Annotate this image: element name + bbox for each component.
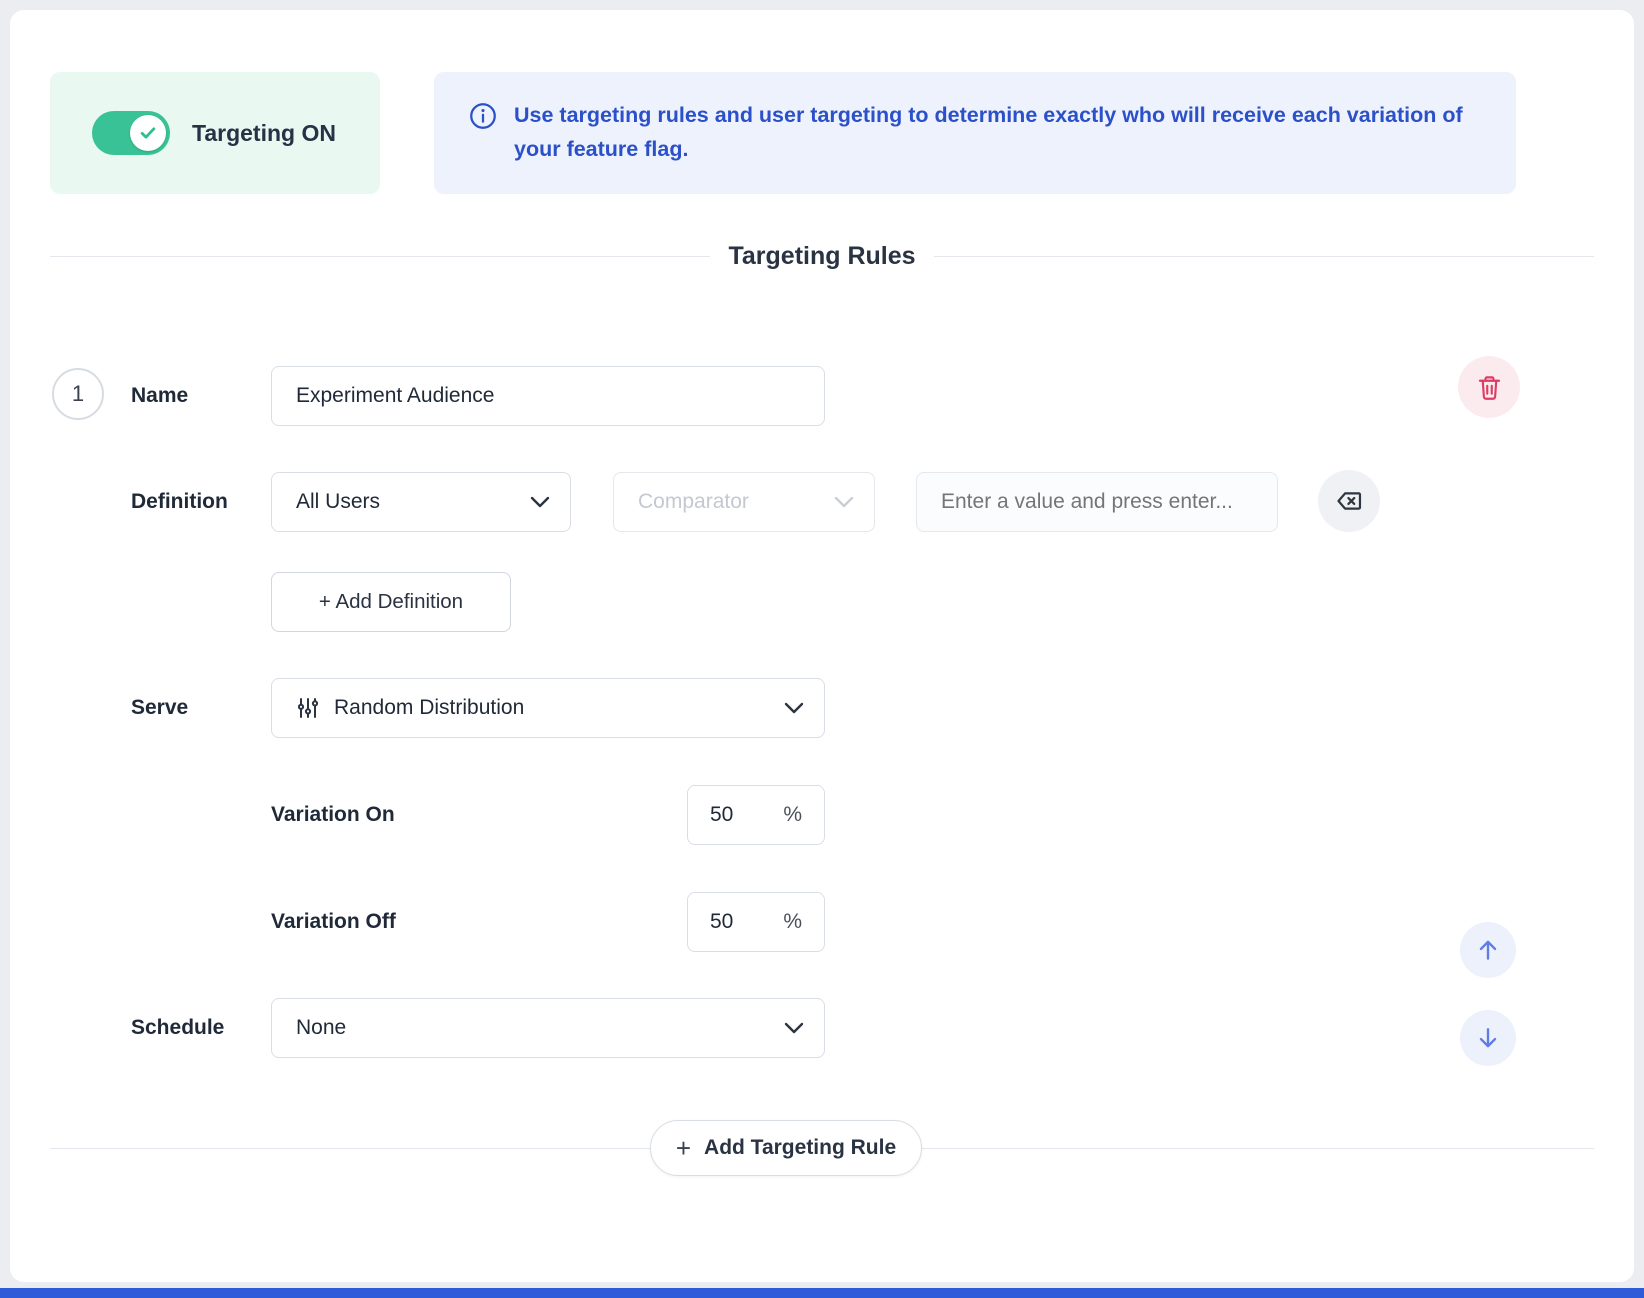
audience-select[interactable]: All Users: [271, 472, 571, 532]
rule-name-input[interactable]: [272, 367, 824, 425]
targeting-toggle-box: Targeting ON: [50, 72, 380, 194]
variation-off-label: Variation Off: [271, 892, 396, 952]
info-banner-text: Use targeting rules and user targeting t…: [514, 98, 1464, 166]
targeting-rules-divider: Targeting Rules: [50, 242, 1594, 271]
add-definition-button[interactable]: + Add Definition: [271, 572, 511, 632]
definition-value-input-wrap: [916, 472, 1278, 532]
section-title: Targeting Rules: [728, 242, 915, 271]
backspace-icon: [1335, 487, 1363, 515]
rule-name-input-wrap: [271, 366, 825, 426]
delete-rule-button[interactable]: [1458, 356, 1520, 418]
comparator-select[interactable]: Comparator: [613, 472, 875, 532]
targeting-panel: Targeting ON Use targeting rules and use…: [10, 10, 1634, 1282]
plus-icon: +: [676, 1135, 691, 1161]
comparator-select-placeholder: Comparator: [638, 490, 749, 514]
definition-label: Definition: [131, 472, 228, 532]
toggle-knob: [130, 115, 166, 151]
serve-select[interactable]: Random Distribution: [271, 678, 825, 738]
targeting-toggle[interactable]: [92, 111, 170, 155]
name-label: Name: [131, 366, 188, 426]
info-icon: [468, 101, 498, 136]
variation-on-field[interactable]: %: [687, 785, 825, 845]
chevron-down-icon: [530, 490, 550, 514]
arrow-up-icon: [1475, 937, 1501, 963]
variation-on-label: Variation On: [271, 785, 395, 845]
schedule-select-value: None: [296, 1016, 346, 1040]
schedule-label: Schedule: [131, 998, 224, 1058]
rule-number-badge: 1: [52, 368, 104, 420]
check-icon: [138, 123, 158, 143]
variation-off-field[interactable]: %: [687, 892, 825, 952]
sliders-icon: [296, 695, 320, 721]
chevron-down-icon: [784, 1016, 804, 1040]
percent-suffix: %: [783, 803, 802, 827]
info-banner: Use targeting rules and user targeting t…: [434, 72, 1516, 194]
audience-select-value: All Users: [296, 490, 380, 514]
serve-label: Serve: [131, 678, 188, 738]
move-rule-down-button[interactable]: [1460, 1010, 1516, 1066]
variation-off-input[interactable]: [710, 910, 768, 934]
serve-select-value: Random Distribution: [334, 696, 524, 720]
chevron-down-icon: [784, 696, 804, 720]
clear-definition-button[interactable]: [1318, 470, 1380, 532]
targeting-toggle-label: Targeting ON: [192, 120, 336, 147]
footer-bar: [0, 1288, 1644, 1298]
percent-suffix: %: [783, 910, 802, 934]
add-targeting-rule-label: Add Targeting Rule: [704, 1136, 896, 1160]
variation-on-input[interactable]: [710, 803, 768, 827]
schedule-select[interactable]: None: [271, 998, 825, 1058]
move-rule-up-button[interactable]: [1460, 922, 1516, 978]
chevron-down-icon: [834, 490, 854, 514]
trash-icon: [1476, 374, 1503, 401]
arrow-down-icon: [1475, 1025, 1501, 1051]
definition-value-input[interactable]: [917, 473, 1277, 531]
add-targeting-rule-button[interactable]: + Add Targeting Rule: [650, 1120, 922, 1176]
